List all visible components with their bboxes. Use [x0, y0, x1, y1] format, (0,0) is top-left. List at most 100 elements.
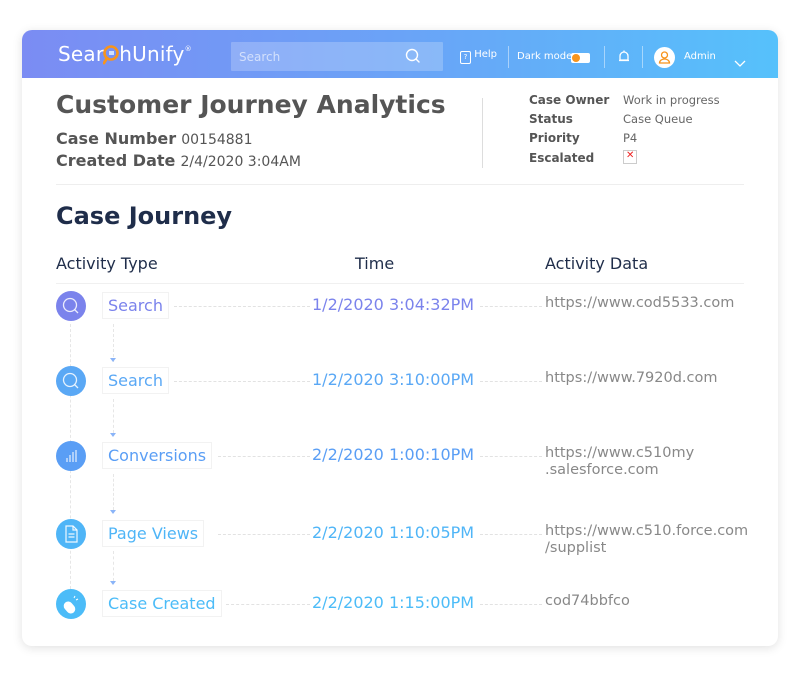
- dark-mode-toggle[interactable]: [571, 53, 590, 63]
- dashed-connector: [480, 456, 542, 457]
- case-number-value: 00154881: [181, 132, 253, 148]
- dashed-connector: [174, 306, 310, 307]
- activity-time: 2/2/2020 1:15:00PM: [312, 593, 475, 612]
- activity-data: https://www.c510my .salesforce.com: [545, 445, 694, 479]
- status-field: Status Case Queue: [529, 112, 693, 126]
- avatar[interactable]: [654, 47, 675, 68]
- search-icon[interactable]: [405, 48, 421, 68]
- search-input[interactable]: [237, 46, 401, 68]
- activity-data: cod74bbfco: [545, 593, 630, 610]
- divider: [508, 46, 509, 68]
- activity-type[interactable]: Search: [102, 367, 169, 394]
- document-icon: [56, 519, 86, 549]
- dashed-connector: [218, 534, 310, 535]
- escalated-field: Escalated: [529, 150, 637, 165]
- escalated-x-icon: [623, 150, 637, 164]
- activity-time: 1/2/2020 3:10:00PM: [312, 370, 475, 389]
- search-box: [231, 42, 443, 71]
- user-icon: [658, 51, 671, 64]
- help-icon: ?: [460, 51, 471, 64]
- priority-field: Priority P4: [529, 131, 637, 145]
- created-date: Created Date 2/4/2020 3:04AM: [56, 151, 301, 170]
- dashed-connector: [480, 381, 542, 382]
- activity-type[interactable]: Case Created: [102, 590, 222, 617]
- mouse-click-icon: [56, 589, 86, 619]
- dashed-connector: [174, 381, 310, 382]
- section-title: Case Journey: [56, 202, 233, 230]
- logo-text-end: hUnify: [119, 42, 185, 66]
- journey-row[interactable]: Case Created 2/2/2020 1:15:00PM cod74bbf…: [22, 586, 778, 622]
- connector-line: [113, 324, 114, 362]
- field-value: P4: [623, 131, 638, 145]
- top-navigation-bar: Sear hUnify® ? Help Dark mode Admin: [22, 30, 778, 78]
- activity-time: 2/2/2020 1:10:05PM: [312, 523, 475, 542]
- vertical-divider: [482, 98, 483, 168]
- activity-data-line: https://www.7920d.com: [545, 370, 718, 386]
- case-number: Case Number 00154881: [56, 129, 253, 148]
- arrow-down-icon: [110, 433, 116, 437]
- field-label: Priority: [529, 131, 580, 145]
- column-header-activity-type: Activity Type: [56, 254, 158, 273]
- notification-bell-icon[interactable]: [618, 49, 630, 68]
- divider: [604, 46, 605, 68]
- created-date-label: Created Date: [56, 151, 176, 170]
- activity-data-line: https://www.c510my: [545, 445, 695, 461]
- journey-row[interactable]: Search 1/2/2020 3:10:00PM https://www.79…: [22, 363, 778, 399]
- logo-magnifier-icon: [103, 45, 120, 65]
- logo-registered-mark: ®: [184, 45, 192, 53]
- activity-data-line: .salesforce.com: [545, 462, 659, 478]
- journey-row[interactable]: Conversions 2/2/2020 1:00:10PM https://w…: [22, 438, 778, 478]
- case-number-label: Case Number: [56, 129, 177, 148]
- user-name[interactable]: Admin: [684, 51, 716, 62]
- field-value: Case Queue: [623, 112, 693, 126]
- toggle-knob: [572, 54, 580, 62]
- column-header-time: Time: [355, 254, 395, 273]
- activity-data-line: cod74bbfco: [545, 593, 630, 609]
- arrow-down-icon: [110, 581, 116, 585]
- dark-mode-label: Dark mode: [517, 51, 573, 62]
- help-link[interactable]: ? Help: [460, 49, 497, 64]
- activity-time: 1/2/2020 3:04:32PM: [312, 295, 475, 314]
- activity-data-line: https://www.cod5533.com: [545, 295, 735, 311]
- activity-data: https://www.7920d.com: [545, 370, 718, 387]
- case-owner-field: Case Owner Work in progress: [529, 93, 720, 107]
- header-divider: [56, 283, 744, 284]
- dashed-connector: [480, 604, 542, 605]
- field-label: Status: [529, 112, 573, 126]
- connector-line: [113, 399, 114, 433]
- searchunify-logo[interactable]: Sear hUnify®: [58, 42, 192, 66]
- logo-text-start: Sear: [58, 42, 105, 66]
- arrow-down-icon: [110, 510, 116, 514]
- activity-data: https://www.c510.force.com/supplist: [545, 523, 748, 557]
- created-date-value: 2/4/2020 3:04AM: [180, 154, 301, 170]
- journey-row[interactable]: Search 1/2/2020 3:04:32PM https://www.co…: [22, 288, 778, 324]
- column-header-activity-data: Activity Data: [545, 254, 649, 273]
- activity-data-line: /supplist: [545, 540, 607, 556]
- search-icon: [56, 366, 86, 396]
- field-label: Case Owner: [529, 93, 610, 107]
- page-title: Customer Journey Analytics: [56, 90, 446, 119]
- dashed-connector: [480, 306, 542, 307]
- field-value: Work in progress: [623, 93, 720, 107]
- connector-line: [113, 551, 114, 581]
- bar-chart-icon: [56, 441, 86, 471]
- activity-type[interactable]: Page Views: [102, 520, 205, 547]
- arrow-down-icon: [110, 358, 116, 362]
- field-label: Escalated: [529, 151, 595, 165]
- activity-data-line: https://www.c510.force.com: [545, 523, 749, 539]
- help-label: Help: [474, 49, 497, 60]
- dashed-connector: [480, 534, 542, 535]
- dashed-connector: [218, 456, 310, 457]
- activity-time: 2/2/2020 1:00:10PM: [312, 445, 475, 464]
- section-divider: [56, 184, 744, 185]
- dashed-connector: [226, 604, 310, 605]
- activity-data: https://www.cod5533.com: [545, 295, 734, 312]
- activity-type[interactable]: Search: [102, 292, 169, 319]
- journey-row[interactable]: Page Views 2/2/2020 1:10:05PM https://ww…: [22, 516, 778, 556]
- activity-type[interactable]: Conversions: [102, 442, 213, 469]
- divider: [642, 46, 643, 68]
- search-icon: [56, 291, 86, 321]
- chevron-down-icon[interactable]: [734, 53, 746, 72]
- main-card: Sear hUnify® ? Help Dark mode Admin Custo…: [22, 30, 778, 646]
- connector-line: [113, 474, 114, 510]
